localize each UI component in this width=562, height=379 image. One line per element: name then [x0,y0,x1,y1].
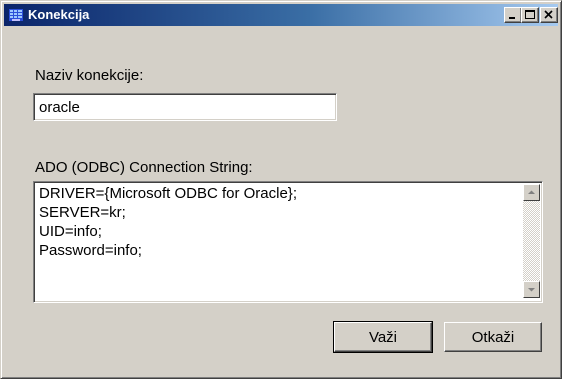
connection-name-field[interactable] [33,93,337,121]
title-bar[interactable]: Konekcija [4,4,558,26]
arrow-up-icon [528,190,535,194]
close-button[interactable] [540,7,558,23]
arrow-down-icon [528,288,535,292]
maximize-icon [525,10,535,19]
maximize-button[interactable] [521,7,539,23]
connection-string-field[interactable]: DRIVER={Microsoft ODBC for Oracle}; SERV… [33,181,543,303]
vertical-scrollbar[interactable] [523,184,540,298]
scroll-up-button[interactable] [523,184,540,201]
connection-string-input[interactable]: DRIVER={Microsoft ODBC for Oracle}; SERV… [37,184,521,296]
close-icon [544,10,553,19]
connection-string-label: ADO (ODBC) Connection String: [35,159,253,176]
cancel-button[interactable]: Otkaži [444,322,542,352]
connection-name-input[interactable] [37,97,331,117]
minimize-icon [509,17,515,19]
scroll-down-button[interactable] [523,281,540,298]
ok-button[interactable]: Važi [333,321,433,353]
minimize-button[interactable] [504,7,522,23]
connection-name-label: Naziv konekcije: [35,67,144,84]
window-title: Konekcija [28,7,90,22]
database-grid-icon [8,7,24,23]
connection-dialog: Konekcija Naziv konekcije: ADO (ODBC) Co… [0,0,562,379]
